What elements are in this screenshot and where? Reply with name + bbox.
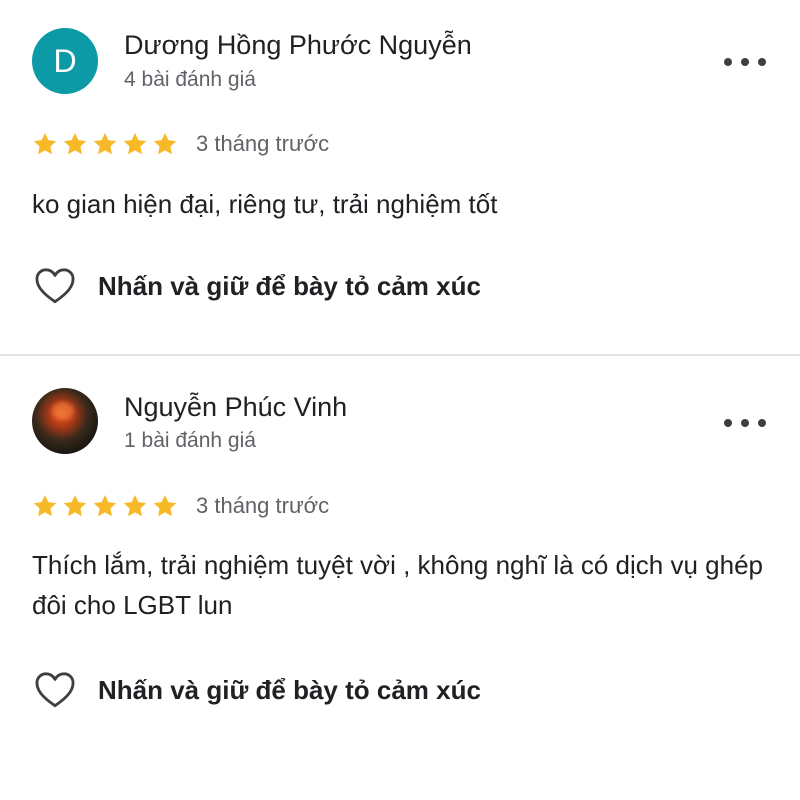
star-icon [32, 493, 58, 519]
more-options-icon[interactable] [724, 50, 766, 74]
star-icon [152, 493, 178, 519]
star-icon [92, 493, 118, 519]
star-rating [32, 131, 178, 157]
reviewer-name[interactable]: Nguyễn Phúc Vinh [124, 392, 347, 423]
star-icon [122, 493, 148, 519]
more-options-icon[interactable] [724, 411, 766, 435]
review-text: ko gian hiện đại, riêng tư, trải nghiệm … [32, 189, 498, 219]
review-time: 3 tháng trước [196, 131, 330, 156]
avatar[interactable] [32, 388, 98, 454]
review-time: 3 tháng trước [196, 493, 330, 518]
heart-outline-icon[interactable] [34, 267, 76, 305]
review-card: Nguyễn Phúc Vinh 1 bài đánh giá 3 tháng … [0, 357, 800, 800]
reaction-label: Nhấn và giữ để bày tỏ cảm xúc [98, 674, 481, 705]
avatar-letter: D [53, 42, 77, 79]
star-icon [62, 131, 88, 157]
reaction-label: Nhấn và giữ để bày tỏ cảm xúc [98, 270, 481, 301]
review-divider [0, 354, 800, 356]
star-icon [122, 131, 148, 157]
star-icon [152, 131, 178, 157]
review-card: D Dương Hồng Phước Nguyễn 4 bài đánh giá… [0, 0, 800, 354]
star-icon [92, 131, 118, 157]
review-text: Thích lắm, trải nghiệm tuyệt vời , không… [32, 550, 763, 620]
reaction-button[interactable]: Nhấn và giữ để bày tỏ cảm xúc [34, 267, 481, 305]
reviewer-name[interactable]: Dương Hồng Phước Nguyễn [124, 30, 472, 61]
review-count: 4 bài đánh giá [124, 68, 256, 91]
avatar[interactable]: D [32, 28, 98, 94]
rating-row: 3 tháng trước [32, 131, 329, 157]
heart-outline-icon[interactable] [34, 671, 76, 709]
review-count: 1 bài đánh giá [124, 429, 256, 452]
star-icon [62, 493, 88, 519]
star-icon [32, 131, 58, 157]
rating-row: 3 tháng trước [32, 493, 329, 519]
star-rating [32, 493, 178, 519]
reaction-button[interactable]: Nhấn và giữ để bày tỏ cảm xúc [34, 671, 481, 709]
